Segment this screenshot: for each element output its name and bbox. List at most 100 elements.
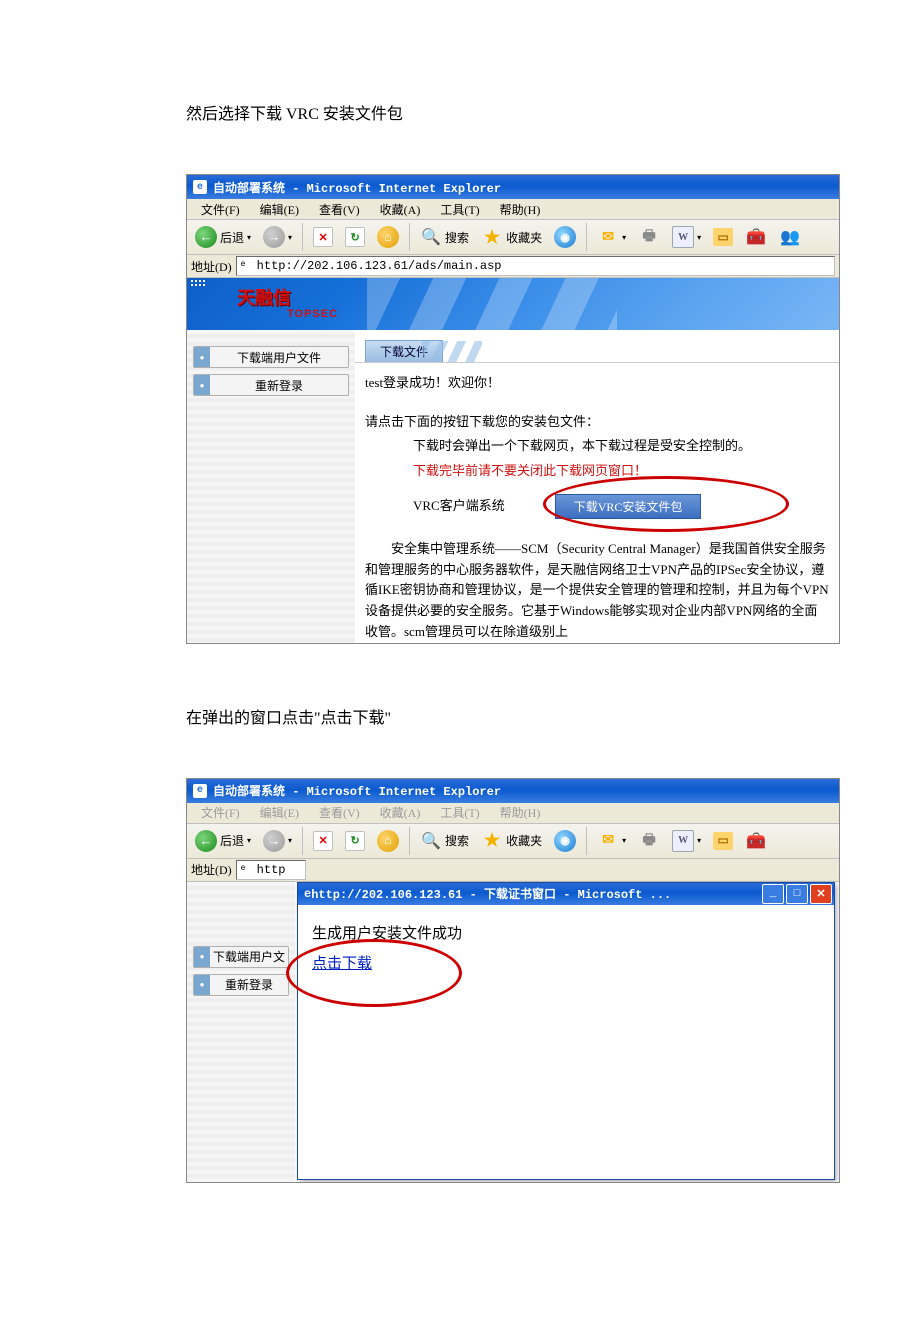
print-button[interactable]: 🖶 [634, 827, 664, 855]
minimize-button[interactable]: _ [762, 884, 784, 904]
chevron-down-icon: ▾ [697, 233, 701, 242]
prompt-text: 请点击下面的按钮下载您的安装包文件： [365, 410, 829, 435]
refresh-button[interactable]: ↻ [341, 827, 369, 855]
menu-file[interactable]: 文件(F) [191, 804, 250, 821]
menu-tool[interactable]: 工具(T) [430, 201, 489, 218]
forward-arrow-icon: → [263, 226, 285, 248]
menu-fav[interactable]: 收藏(A) [370, 804, 431, 821]
favorites-button[interactable]: ★ 收藏夹 [477, 223, 546, 251]
download-vrc-button[interactable]: 下载VRC安装文件包 [555, 494, 702, 519]
menu-help[interactable]: 帮助(H) [490, 201, 551, 218]
content-wrapper: ● 下载端用户文 ● 重新登录 e http://202.106.123.61 … [187, 882, 839, 1182]
stop-button[interactable]: ✕ [309, 827, 337, 855]
search-label: 搜索 [445, 229, 469, 246]
separator [409, 223, 410, 251]
tab-download[interactable]: 下载文件 [365, 340, 443, 362]
favorites-label: 收藏夹 [506, 832, 542, 849]
media-button[interactable]: ◉ [550, 223, 580, 251]
print-button[interactable]: 🖶 [634, 223, 664, 251]
stop-icon: ✕ [313, 831, 333, 851]
favorites-button[interactable]: ★ 收藏夹 [477, 827, 546, 855]
edit-button[interactable]: W ▾ [668, 827, 705, 855]
chevron-down-icon: ▾ [288, 233, 292, 242]
maximize-button[interactable]: □ [786, 884, 808, 904]
messenger-button[interactable]: 👥 [775, 223, 805, 251]
sidebar: ● 下载端用户文件 ● 重新登录 [187, 330, 355, 643]
main-body: test登录成功！欢迎你！ 请点击下面的按钮下载您的安装包文件： 下载时会弹出一… [355, 371, 839, 643]
sidebar-item-relogin[interactable]: ● 重新登录 [193, 374, 349, 396]
menu-tool[interactable]: 工具(T) [430, 804, 489, 821]
addressbar: 地址(D) e http [187, 859, 839, 882]
package-button[interactable]: 🧰 [741, 223, 771, 251]
brand-banner: 天融信 TOPSEC [187, 278, 839, 330]
back-button[interactable]: ← 后退 ▾ [191, 223, 255, 251]
address-label: 地址(D) [191, 861, 232, 878]
search-button[interactable]: 🔍 搜索 [416, 223, 473, 251]
ie-logo-icon: e [193, 180, 207, 194]
mail-button[interactable]: ✉ ▾ [593, 827, 630, 855]
package-button[interactable]: 🧰 [741, 827, 771, 855]
back-label: 后退 [220, 832, 244, 849]
brand-logo: 天融信 [237, 284, 291, 310]
separator [302, 827, 303, 855]
sidebar-item-download-files[interactable]: ● 下载端用户文件 [193, 346, 349, 368]
search-icon: 🔍 [420, 830, 442, 852]
instruction-1: 然后选择下载 VRC 安装文件包 [186, 100, 920, 124]
popup-body: 生成用户安装文件成功 点击下载 [298, 905, 834, 1179]
download-row: VRC客户端系统 下载VRC安装文件包 [413, 494, 829, 519]
stop-button[interactable]: ✕ [309, 223, 337, 251]
home-icon: ⌂ [377, 830, 399, 852]
address-input[interactable]: e http://202.106.123.61/ads/main.asp [236, 256, 835, 276]
menubar: 文件(F) 编辑(E) 查看(V) 收藏(A) 工具(T) 帮助(H) [187, 803, 839, 824]
address-label: 地址(D) [191, 258, 232, 275]
folder-icon: ▭ [713, 228, 733, 246]
close-button[interactable]: ✕ [810, 884, 832, 904]
window-title: 自动部署系统 - Microsoft Internet Explorer [213, 179, 501, 196]
forward-button[interactable]: → ▾ [259, 827, 296, 855]
vrc-label: VRC客户端系统 [413, 494, 505, 519]
search-icon: 🔍 [420, 226, 442, 248]
folder-button[interactable]: ▭ [709, 827, 737, 855]
titlebar: e 自动部署系统 - Microsoft Internet Explorer [187, 779, 839, 803]
menu-edit[interactable]: 编辑(E) [250, 201, 309, 218]
package-icon: 🧰 [745, 830, 767, 852]
bullet-icon: ● [194, 375, 210, 395]
home-button[interactable]: ⌂ [373, 223, 403, 251]
back-button[interactable]: ← 后退 ▾ [191, 827, 255, 855]
menu-fav[interactable]: 收藏(A) [370, 201, 431, 218]
separator [302, 223, 303, 251]
media-button[interactable]: ◉ [550, 827, 580, 855]
mail-button[interactable]: ✉ ▾ [593, 223, 630, 251]
menubar: 文件(F) 编辑(E) 查看(V) 收藏(A) 工具(T) 帮助(H) [187, 199, 839, 220]
menu-view[interactable]: 查看(V) [309, 804, 370, 821]
sidebar-item-label: 下载端用户文 [210, 948, 288, 965]
menu-file[interactable]: 文件(F) [191, 201, 250, 218]
sidebar-item-download-files[interactable]: ● 下载端用户文 [193, 946, 289, 968]
addressbar: 地址(D) e http://202.106.123.61/ads/main.a… [187, 255, 839, 278]
word-icon: W [672, 830, 694, 852]
click-download-link[interactable]: 点击下载 [312, 949, 372, 979]
separator [586, 223, 587, 251]
search-button[interactable]: 🔍 搜索 [416, 827, 473, 855]
menu-help[interactable]: 帮助(H) [490, 804, 551, 821]
refresh-icon: ↻ [345, 831, 365, 851]
page-icon: e [241, 260, 253, 272]
address-input[interactable]: e http [236, 860, 306, 880]
window-title: 自动部署系统 - Microsoft Internet Explorer [213, 782, 501, 799]
forward-arrow-icon: → [263, 830, 285, 852]
messenger-icon: 👥 [779, 226, 801, 248]
edit-button[interactable]: W ▾ [668, 223, 705, 251]
print-icon: 🖶 [638, 830, 660, 852]
menu-view[interactable]: 查看(V) [309, 201, 370, 218]
menu-edit[interactable]: 编辑(E) [250, 804, 309, 821]
home-button[interactable]: ⌂ [373, 827, 403, 855]
folder-button[interactable]: ▭ [709, 223, 737, 251]
refresh-button[interactable]: ↻ [341, 223, 369, 251]
forward-button[interactable]: → ▾ [259, 223, 296, 251]
sidebar-item-relogin[interactable]: ● 重新登录 [193, 974, 289, 996]
bullet-icon: ● [194, 975, 210, 995]
popup-title-text: http://202.106.123.61 - 下载证书窗口 - Microso… [311, 885, 671, 902]
search-label: 搜索 [445, 832, 469, 849]
toolbar: ← 后退 ▾ → ▾ ✕ ↻ ⌂ 🔍 搜索 [187, 220, 839, 255]
home-icon: ⌂ [377, 226, 399, 248]
